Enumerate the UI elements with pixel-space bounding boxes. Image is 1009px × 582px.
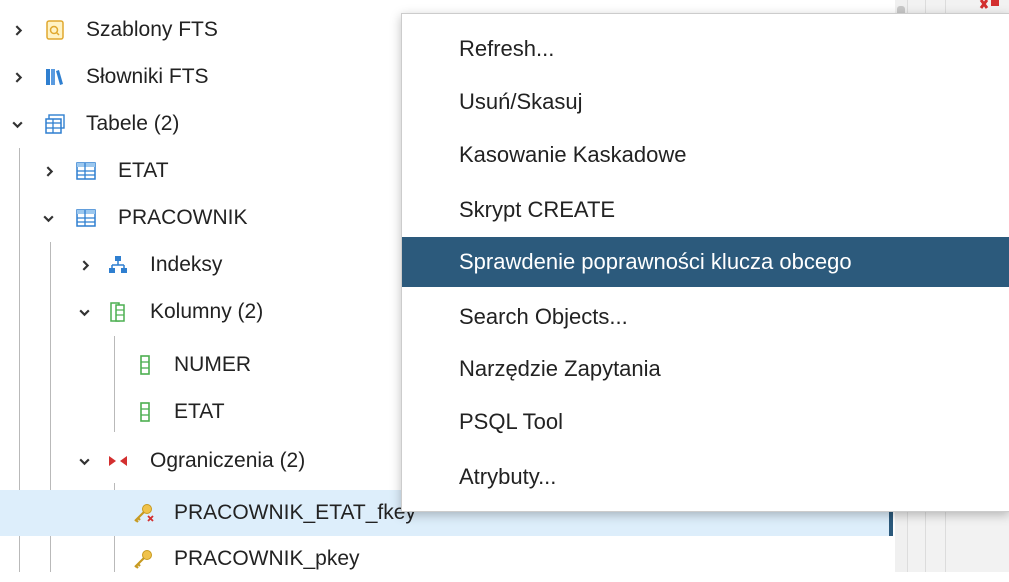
tree-item-fts-templates[interactable]: Szablony FTS <box>0 7 400 53</box>
menu-item-search-objects[interactable]: Search Objects... <box>402 292 1009 342</box>
tree-item-constraints[interactable]: Ograniczenia (2) <box>0 438 400 484</box>
table-icon <box>75 160 97 182</box>
menu-item-refresh[interactable]: Refresh... <box>402 24 1009 74</box>
chevron-down-icon[interactable] <box>76 304 92 320</box>
columns-icon <box>107 301 129 323</box>
context-menu: Refresh... Usuń/Skasuj Kasowanie Kaskado… <box>401 13 1009 512</box>
indexes-icon <box>107 254 129 276</box>
tree-item-label: NUMER <box>174 353 251 376</box>
fts-dictionary-icon <box>44 66 66 88</box>
primary-key-icon <box>132 548 154 570</box>
chevron-right-icon[interactable] <box>41 163 57 179</box>
tree-item-column-numer[interactable]: NUMER <box>0 342 400 388</box>
close-icon[interactable] <box>975 0 1005 10</box>
tree-item-pkey[interactable]: PRACOWNIK_pkey <box>0 536 400 582</box>
tree-item-label: ETAT <box>174 400 225 423</box>
menu-item-create-script[interactable]: Skrypt CREATE <box>402 185 1009 235</box>
tree-item-column-etat[interactable]: ETAT <box>0 389 400 435</box>
tree-item-label: PRACOWNIK_pkey <box>174 547 360 570</box>
chevron-down-icon[interactable] <box>9 116 25 132</box>
tree-item-label: Kolumny (2) <box>150 300 264 323</box>
menu-item-properties[interactable]: Atrybuty... <box>402 452 1009 502</box>
tree-item-label: Tabele (2) <box>86 112 180 135</box>
tree-item-table-etat[interactable]: ETAT <box>0 148 400 194</box>
foreign-key-icon <box>132 502 154 524</box>
menu-item-delete-cascade[interactable]: Kasowanie Kaskadowe <box>402 130 1009 180</box>
menu-item-delete[interactable]: Usuń/Skasuj <box>402 77 1009 127</box>
tree-item-label: ETAT <box>118 159 169 182</box>
chevron-down-icon[interactable] <box>40 210 56 226</box>
chevron-right-icon[interactable] <box>77 257 93 273</box>
tree-item-label: PRACOWNIK_ETAT_fkey <box>174 501 416 524</box>
tree-item-label: Indeksy <box>150 253 223 276</box>
tree-item-label: Słowniki FTS <box>86 65 209 88</box>
column-icon <box>134 354 156 376</box>
menu-item-query-tool[interactable]: Narzędzie Zapytania <box>402 344 1009 394</box>
tree-item-table-pracownik[interactable]: PRACOWNIK <box>0 195 400 241</box>
constraints-icon <box>107 450 129 472</box>
tree-item-label: PRACOWNIK <box>118 206 248 229</box>
menu-item-psql-tool[interactable]: PSQL Tool <box>402 397 1009 447</box>
tree-item-columns[interactable]: Kolumny (2) <box>0 289 400 335</box>
table-icon <box>75 207 97 229</box>
chevron-right-icon[interactable] <box>10 69 26 85</box>
menu-item-validate-foreign-key[interactable]: Sprawdenie poprawności klucza obcego <box>402 237 1009 287</box>
chevron-right-icon[interactable] <box>10 22 26 38</box>
tree-item-indexes[interactable]: Indeksy <box>0 242 400 288</box>
tree-item-label: Szablony FTS <box>86 18 218 41</box>
fts-template-icon <box>44 19 66 41</box>
tree-item-label: Ograniczenia (2) <box>150 449 306 472</box>
tree-item-fts-dictionaries[interactable]: Słowniki FTS <box>0 54 400 100</box>
tables-icon <box>44 113 66 135</box>
column-icon <box>134 401 156 423</box>
tree-item-tables[interactable]: Tabele (2) <box>0 101 400 147</box>
chevron-down-icon[interactable] <box>76 453 92 469</box>
